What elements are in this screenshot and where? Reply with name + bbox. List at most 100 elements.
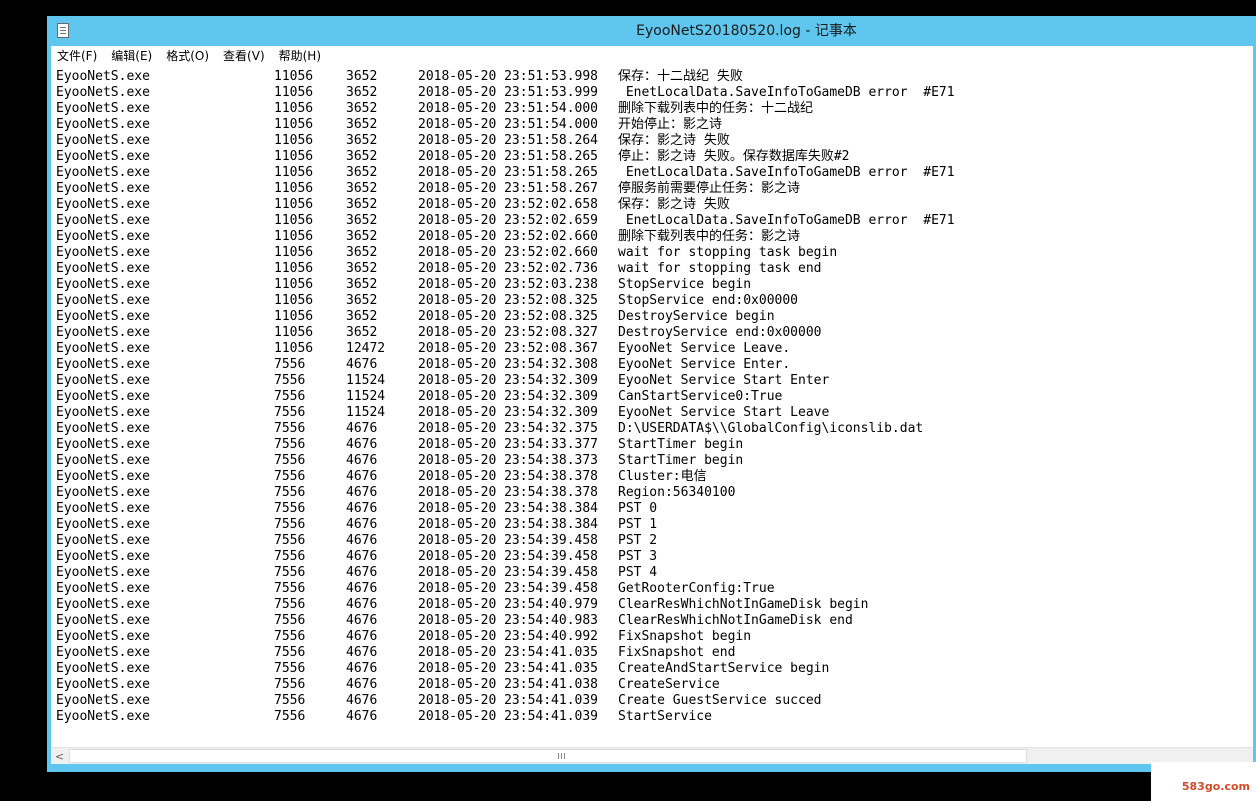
log-tid: 3652 bbox=[346, 213, 378, 228]
log-pid: 11056 bbox=[274, 213, 314, 228]
scrollbar-thumb[interactable] bbox=[69, 749, 1027, 763]
log-pid: 7556 bbox=[274, 469, 306, 484]
menu-edit[interactable]: 编辑(E) bbox=[111, 46, 152, 66]
log-pid: 7556 bbox=[274, 357, 306, 372]
log-msg: EyooNet Service Leave. bbox=[618, 341, 791, 356]
log-time: 2018-05-20 23:54:32.375 bbox=[418, 421, 599, 436]
log-tid: 4676 bbox=[346, 709, 378, 724]
log-line: EyooNetS.exe 11056 3652 2018-05-20 23:51:58… bbox=[56, 181, 1248, 197]
log-msg: PST 3 bbox=[618, 549, 658, 564]
log-msg: DestroyService begin bbox=[618, 309, 775, 324]
log-tid: 4676 bbox=[346, 565, 378, 580]
log-tid: 12472 bbox=[346, 341, 386, 356]
log-line: EyooNetS.exe 7556 4676 2018-05-20 23:54:33.… bbox=[56, 437, 1248, 453]
log-time: 2018-05-20 23:54:38.378 bbox=[418, 485, 599, 500]
log-name: EyooNetS.exe bbox=[56, 469, 150, 484]
log-pid: 11056 bbox=[274, 245, 314, 260]
log-pid: 7556 bbox=[274, 405, 306, 420]
log-line: EyooNetS.exe 7556 4676 2018-05-20 23:54:38.… bbox=[56, 453, 1248, 469]
log-pid: 7556 bbox=[274, 629, 306, 644]
log-name: EyooNetS.exe bbox=[56, 181, 150, 196]
log-tid: 3652 bbox=[346, 309, 378, 324]
horizontal-scrollbar[interactable]: < bbox=[51, 747, 1253, 764]
log-time: 2018-05-20 23:54:32.308 bbox=[418, 357, 599, 372]
log-pid: 11056 bbox=[274, 341, 314, 356]
watermark-badge: 583go.com bbox=[1151, 762, 1256, 801]
log-pid: 7556 bbox=[274, 581, 306, 596]
log-tid: 11524 bbox=[346, 389, 386, 404]
log-name: EyooNetS.exe bbox=[56, 581, 150, 596]
log-line: EyooNetS.exe 11056 3652 2018-05-20 23:52:02… bbox=[56, 245, 1248, 261]
log-msg: Cluster:电信 bbox=[618, 469, 707, 484]
log-line: EyooNetS.exe 7556 4676 2018-05-20 23:54:39.… bbox=[56, 565, 1248, 581]
log-name: EyooNetS.exe bbox=[56, 485, 150, 500]
menu-format[interactable]: 格式(O) bbox=[166, 46, 209, 66]
log-name: EyooNetS.exe bbox=[56, 293, 150, 308]
log-time: 2018-05-20 23:54:32.309 bbox=[418, 389, 599, 404]
log-tid: 4676 bbox=[346, 597, 378, 612]
log-pid: 11056 bbox=[274, 117, 314, 132]
log-msg: GetRooterConfig:True bbox=[618, 581, 775, 596]
log-line: EyooNetS.exe 7556 4676 2018-05-20 23:54:38.… bbox=[56, 469, 1248, 485]
log-msg: StopService begin bbox=[618, 277, 752, 292]
log-msg: 删除下载列表中的任务：影之诗 bbox=[618, 229, 801, 244]
log-time: 2018-05-20 23:51:58.264 bbox=[418, 133, 599, 148]
log-time: 2018-05-20 23:51:58.265 bbox=[418, 149, 599, 164]
log-msg: wait for stopping task begin bbox=[618, 245, 838, 260]
log-time: 2018-05-20 23:52:02.658 bbox=[418, 197, 599, 212]
scroll-left-arrow-icon[interactable]: < bbox=[51, 748, 68, 764]
log-name: EyooNetS.exe bbox=[56, 709, 150, 724]
log-name: EyooNetS.exe bbox=[56, 341, 150, 356]
log-time: 2018-05-20 23:54:40.992 bbox=[418, 629, 599, 644]
title-bar[interactable]: EyooNetS20180520.log - 记事本 bbox=[47, 16, 1256, 46]
menu-view[interactable]: 查看(V) bbox=[223, 46, 265, 66]
log-pid: 11056 bbox=[274, 165, 314, 180]
log-time: 2018-05-20 23:54:41.035 bbox=[418, 661, 599, 676]
log-tid: 3652 bbox=[346, 101, 378, 116]
log-pid: 11056 bbox=[274, 325, 314, 340]
log-tid: 4676 bbox=[346, 437, 378, 452]
log-time: 2018-05-20 23:52:08.367 bbox=[418, 341, 599, 356]
log-tid: 11524 bbox=[346, 405, 386, 420]
log-msg: 停服务前需要停止任务：影之诗 bbox=[618, 181, 801, 196]
log-line: EyooNetS.exe 7556 4676 2018-05-20 23:54:32.… bbox=[56, 357, 1248, 373]
log-name: EyooNetS.exe bbox=[56, 565, 150, 580]
log-line: EyooNetS.exe 11056 12472 2018-05-20 23:52:0… bbox=[56, 341, 1248, 357]
log-name: EyooNetS.exe bbox=[56, 613, 150, 628]
log-name: EyooNetS.exe bbox=[56, 69, 150, 84]
log-msg: EyooNet Service Enter. bbox=[618, 357, 791, 372]
log-msg: FixSnapshot begin bbox=[618, 629, 752, 644]
log-pid: 7556 bbox=[274, 613, 306, 628]
notepad-window: EyooNetS20180520.log - 记事本 文件(F) 编辑(E) 格… bbox=[47, 16, 1256, 772]
log-msg: PST 2 bbox=[618, 533, 658, 548]
log-msg: PST 0 bbox=[618, 501, 658, 516]
log-time: 2018-05-20 23:54:41.039 bbox=[418, 693, 599, 708]
log-time: 2018-05-20 23:54:39.458 bbox=[418, 549, 599, 564]
log-time: 2018-05-20 23:54:39.458 bbox=[418, 533, 599, 548]
log-msg: StopService end:0x00000 bbox=[618, 293, 799, 308]
log-name: EyooNetS.exe bbox=[56, 421, 150, 436]
log-tid: 4676 bbox=[346, 357, 378, 372]
log-msg: CreateService bbox=[618, 677, 720, 692]
log-pid: 7556 bbox=[274, 373, 306, 388]
text-editor-area[interactable]: EyooNetS.exe 11056 3652 2018-05-20 23:51:53… bbox=[51, 66, 1253, 747]
log-name: EyooNetS.exe bbox=[56, 501, 150, 516]
log-pid: 11056 bbox=[274, 85, 314, 100]
log-pid: 11056 bbox=[274, 293, 314, 308]
log-pid: 7556 bbox=[274, 517, 306, 532]
log-line: EyooNetS.exe 7556 4676 2018-05-20 23:54:41.… bbox=[56, 661, 1248, 677]
log-name: EyooNetS.exe bbox=[56, 389, 150, 404]
log-time: 2018-05-20 23:51:53.999 bbox=[418, 85, 599, 100]
menu-help[interactable]: 帮助(H) bbox=[279, 46, 321, 66]
log-time: 2018-05-20 23:54:40.983 bbox=[418, 613, 599, 628]
log-tid: 3652 bbox=[346, 85, 378, 100]
log-msg: StartTimer begin bbox=[618, 437, 744, 452]
log-line: EyooNetS.exe 11056 3652 2018-05-20 23:52:02… bbox=[56, 197, 1248, 213]
log-msg: EyooNet Service Start Enter bbox=[618, 373, 830, 388]
log-name: EyooNetS.exe bbox=[56, 213, 150, 228]
menu-file[interactable]: 文件(F) bbox=[57, 46, 97, 66]
log-msg: PST 4 bbox=[618, 565, 658, 580]
log-name: EyooNetS.exe bbox=[56, 357, 150, 372]
log-line: EyooNetS.exe 7556 11524 2018-05-20 23:54:32… bbox=[56, 389, 1248, 405]
log-tid: 4676 bbox=[346, 581, 378, 596]
